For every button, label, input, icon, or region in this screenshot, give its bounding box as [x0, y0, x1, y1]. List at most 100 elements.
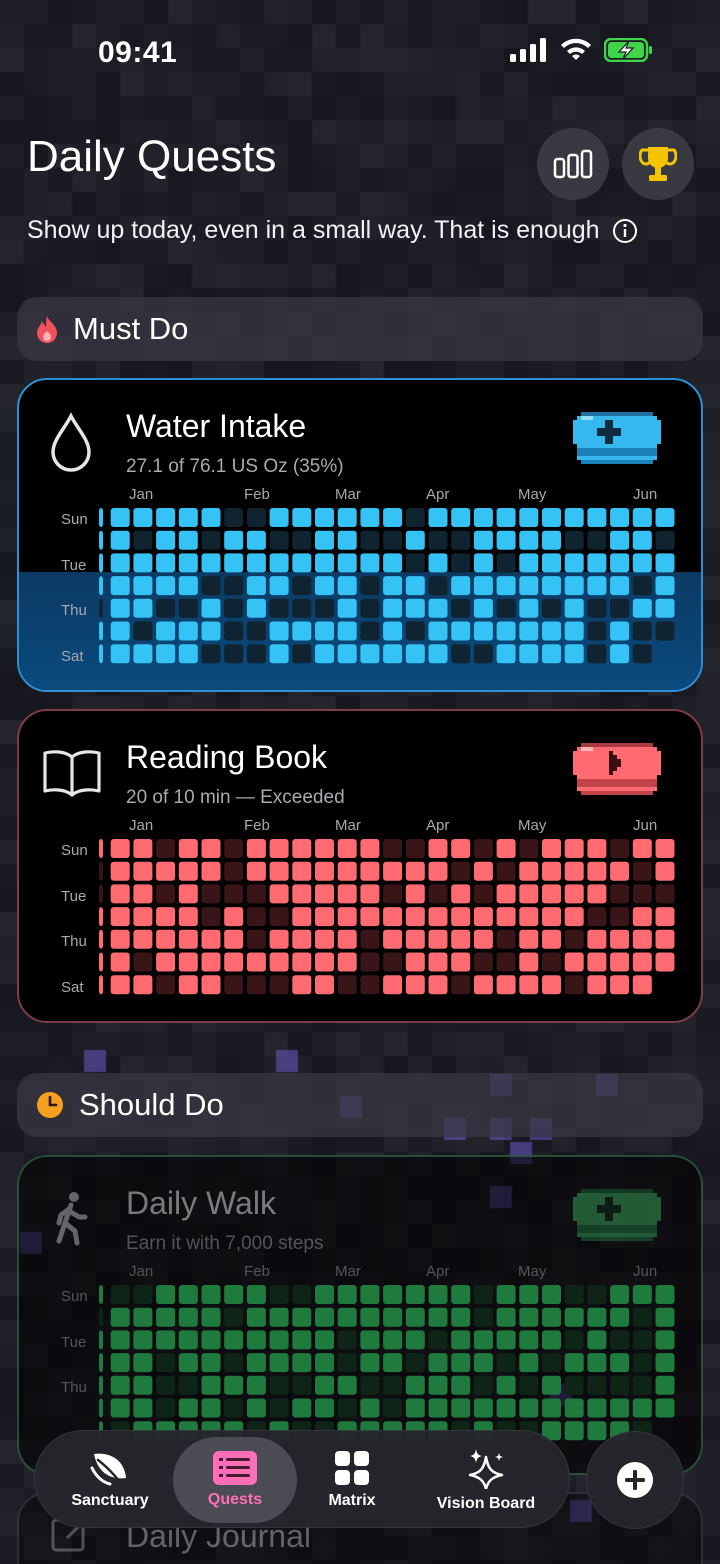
pixel-play-icon[interactable] — [569, 739, 665, 803]
water-drop-icon — [51, 412, 91, 472]
day-cell — [269, 884, 289, 904]
add-quest-button[interactable] — [586, 1431, 684, 1529]
day-cell — [292, 1330, 312, 1350]
day-cell — [178, 644, 198, 664]
tab-quests[interactable]: Quests — [173, 1437, 297, 1523]
day-cell — [337, 530, 357, 550]
tab-sanctuary[interactable]: Sanctuary — [49, 1431, 171, 1529]
day-cell — [542, 1398, 561, 1418]
day-cell — [178, 1353, 198, 1373]
pixel-plus-icon[interactable] — [569, 1185, 665, 1249]
day-cell — [178, 884, 198, 904]
day-cell — [519, 884, 539, 904]
day-cell — [269, 929, 289, 949]
day-cell — [428, 884, 448, 904]
day-cell — [473, 508, 493, 527]
day-cell — [99, 839, 103, 858]
day-cell — [564, 952, 584, 972]
bottom-tab-bar: Sanctuary Quests Matrix Vision Board — [34, 1430, 570, 1528]
day-cell — [133, 1285, 153, 1304]
tab-vision-board[interactable]: Vision Board — [415, 1431, 557, 1529]
day-cell — [383, 1330, 403, 1350]
achievements-button[interactable] — [622, 128, 694, 200]
day-cell — [178, 1285, 198, 1304]
day-cell — [405, 839, 425, 858]
day-cell — [496, 530, 516, 550]
day-cell — [405, 576, 425, 596]
pixel-plus-icon[interactable] — [569, 408, 665, 472]
day-cell — [587, 508, 607, 527]
day-cell — [428, 1307, 448, 1327]
day-cell — [156, 907, 176, 927]
stats-button[interactable] — [537, 128, 609, 200]
day-cell — [451, 929, 471, 949]
day-cell — [496, 576, 516, 596]
day-cell — [655, 952, 675, 972]
tab-label: Vision Board — [436, 1495, 536, 1512]
quest-card-water-intake[interactable]: Water Intake 27.1 of 76.1 US Oz (35%) Ja… — [17, 378, 703, 692]
day-cell — [542, 1307, 561, 1327]
tab-label: Matrix — [328, 1492, 376, 1509]
day-cell — [542, 839, 561, 858]
day-cell — [519, 1285, 539, 1304]
day-cell — [224, 907, 244, 927]
quest-card-daily-walk[interactable]: Daily Walk Earn it with 7,000 steps Jan … — [17, 1155, 703, 1475]
day-cell — [610, 1353, 630, 1373]
day-cell — [451, 839, 471, 858]
day-cell — [587, 839, 607, 858]
month-label: Mar — [335, 486, 361, 503]
day-cell — [224, 884, 244, 904]
day-cell — [587, 553, 607, 573]
day-cell — [564, 975, 584, 995]
day-cell — [610, 553, 630, 573]
day-cell — [632, 975, 652, 995]
day-cell — [405, 1285, 425, 1304]
day-cell — [542, 929, 561, 949]
day-cell — [133, 1353, 153, 1373]
day-cell — [269, 1285, 289, 1304]
day-cell — [360, 1307, 380, 1327]
day-cell — [542, 1330, 561, 1350]
quest-card-reading-book[interactable]: Reading Book 20 of 10 min — Exceeded Jan… — [17, 709, 703, 1023]
day-label: Tue — [61, 1334, 87, 1351]
day-cell — [224, 1307, 244, 1327]
day-cell — [269, 861, 289, 881]
day-cell — [496, 1353, 516, 1373]
day-cell — [133, 975, 153, 995]
day-cell — [292, 975, 312, 995]
walking-person-icon — [56, 1192, 88, 1246]
day-cell — [587, 907, 607, 927]
tab-matrix[interactable]: Matrix — [299, 1431, 405, 1529]
day-cell — [224, 553, 244, 573]
month-label: May — [518, 1263, 547, 1280]
day-cell — [655, 1307, 675, 1327]
day-cell — [496, 508, 516, 527]
day-cell — [292, 1307, 312, 1327]
day-cell — [496, 929, 516, 949]
day-cell — [246, 907, 266, 927]
day-cell — [133, 530, 153, 550]
day-cell — [632, 1285, 652, 1304]
day-cell — [156, 1353, 176, 1373]
info-icon[interactable] — [612, 218, 638, 244]
day-cell — [496, 621, 516, 641]
month-label: Jun — [633, 1263, 658, 1280]
day-cell — [133, 621, 153, 641]
day-cell — [405, 907, 425, 927]
day-cell — [632, 929, 652, 949]
day-cell — [99, 861, 103, 881]
day-cell — [405, 952, 425, 972]
day-cell — [405, 929, 425, 949]
day-cell — [201, 975, 221, 995]
day-cell — [405, 884, 425, 904]
day-cell — [224, 621, 244, 641]
day-cell — [610, 576, 630, 596]
day-cell — [292, 929, 312, 949]
day-cell — [587, 530, 607, 550]
day-cell — [655, 576, 675, 596]
day-cell — [564, 1398, 584, 1418]
day-cell — [360, 839, 380, 858]
subtitle: Show up today, even in a small way. That… — [27, 216, 638, 245]
day-cell — [156, 576, 176, 596]
day-cell — [405, 621, 425, 641]
